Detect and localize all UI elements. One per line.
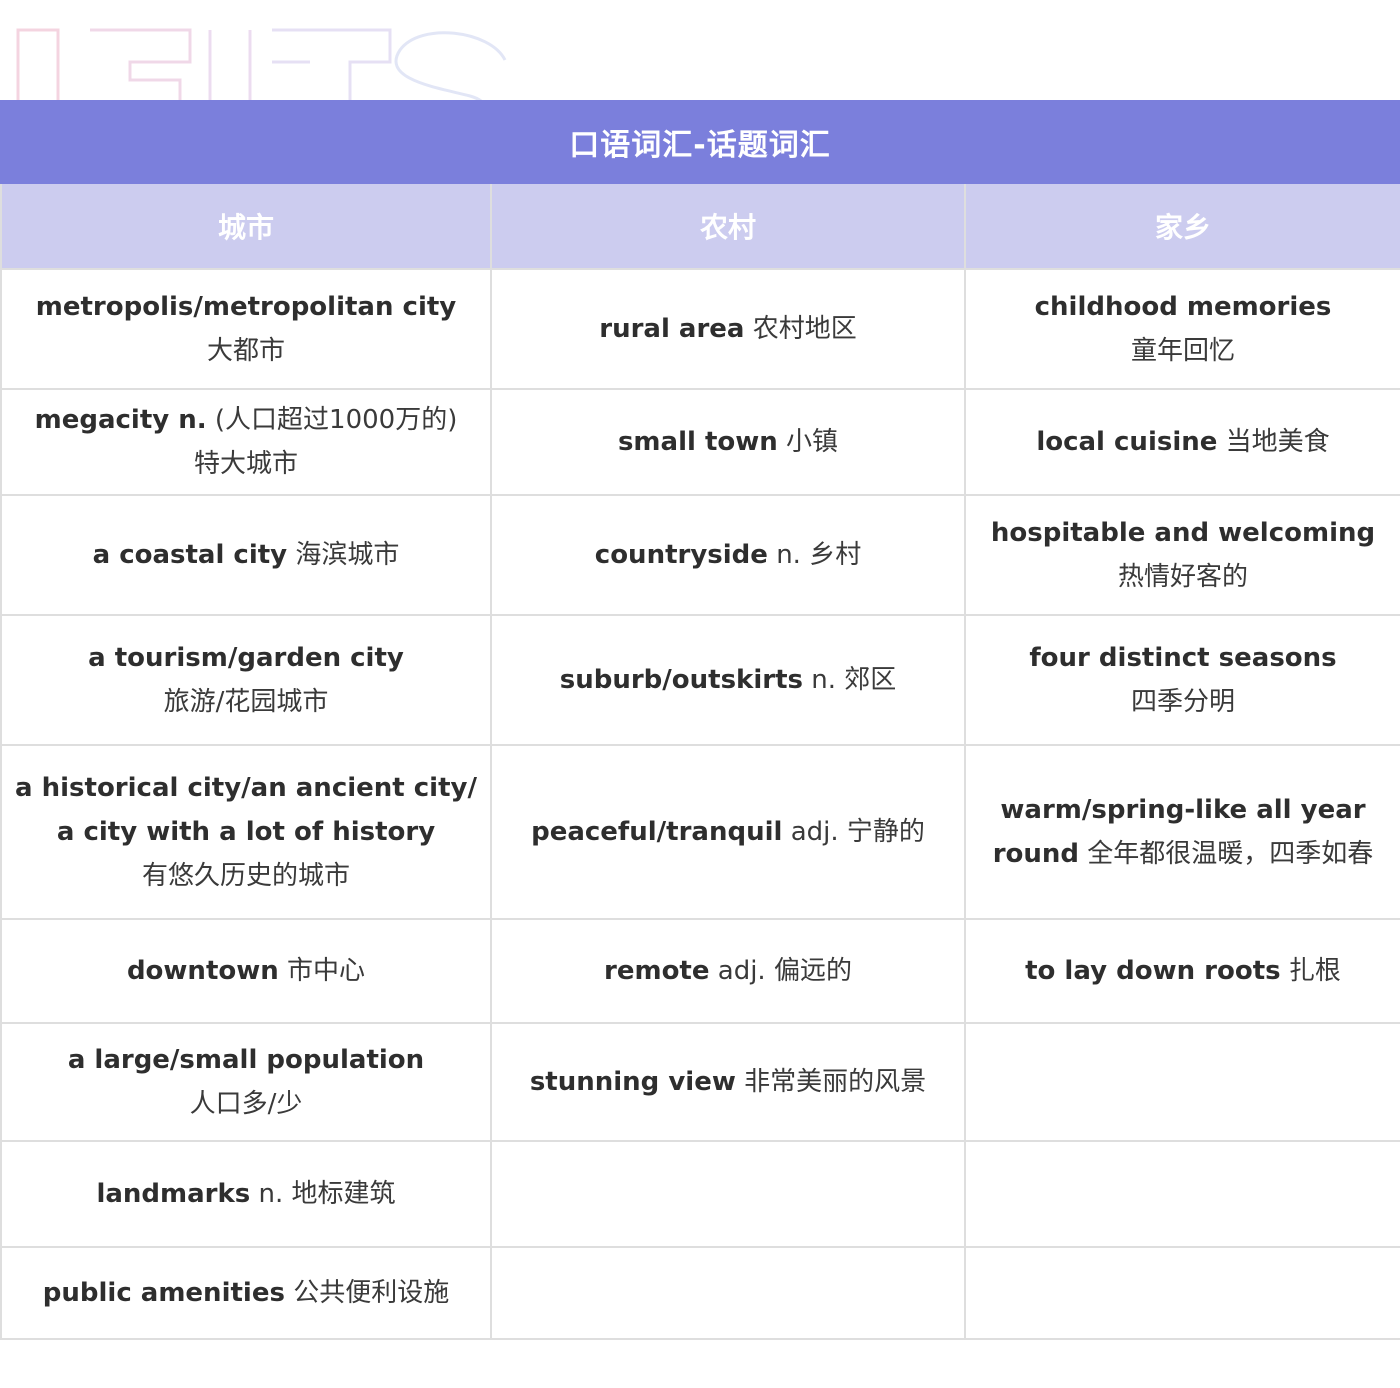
term-english: metropolis/metropolitan city <box>35 292 457 322</box>
table-row: megacity n. (人口超过1000万的) 特大城市 small town 小… <box>0 388 1400 496</box>
term-chinese: adj. 偏远的 <box>717 956 852 986</box>
table-cell: suburb/outskirts n. 郊区 <box>490 614 966 746</box>
term-chinese: n. 郊区 <box>811 665 897 695</box>
term-english: peaceful/tranquil <box>531 817 783 847</box>
table-cell: four distinct seasons 四季分明 <box>964 614 1400 746</box>
term-chinese: 全年都很温暖，四季如春 <box>1087 839 1374 869</box>
table-cell: megacity n. (人口超过1000万的) 特大城市 <box>0 388 492 496</box>
term-english: downtown <box>126 956 279 986</box>
table-cell: rural area 农村地区 <box>490 268 966 390</box>
table-row: public amenities 公共便利设施 <box>0 1246 1400 1340</box>
term-english: public amenities <box>42 1278 285 1308</box>
term-chinese: 大都市 <box>206 336 285 366</box>
term-english: four distinct seasons <box>1029 643 1337 673</box>
table-cell: a coastal city 海滨城市 <box>0 494 492 616</box>
term-chinese-note: (人口超过1000万的) <box>214 405 458 435</box>
table-header-row: 城市 农村 家乡 <box>0 184 1400 270</box>
term-english: small town <box>617 427 778 457</box>
term-chinese: 人口多/少 <box>189 1089 303 1119</box>
table-row: metropolis/metropolitan city 大都市 rural are… <box>0 268 1400 390</box>
term-chinese: 市中心 <box>287 956 366 986</box>
column-header-countryside: 农村 <box>490 184 966 270</box>
table-cell: to lay down roots 扎根 <box>964 918 1400 1024</box>
table-row: a historical city/an ancient city/a city… <box>0 744 1400 920</box>
term-english: hospitable and welcoming <box>990 518 1376 548</box>
table-row: downtown 市中心 remote adj. 偏远的 to lay down r… <box>0 918 1400 1024</box>
term-english: landmarks <box>96 1179 251 1209</box>
table-cell: local cuisine 当地美食 <box>964 388 1400 496</box>
term-line: megacity n. (人口超过1000万的) <box>6 398 486 442</box>
table-row: landmarks n. 地标建筑 <box>0 1140 1400 1248</box>
term-english: a historical city/an ancient city/ <box>15 773 477 803</box>
table-cell: a large/small population 人口多/少 <box>0 1022 492 1142</box>
term-chinese: 有悠久历史的城市 <box>141 861 350 891</box>
term-english: a large/small population <box>67 1045 425 1075</box>
term-chinese: 特大城市 <box>193 449 298 479</box>
term-chinese: 热情好客的 <box>1117 562 1248 592</box>
term-english: countryside <box>594 540 768 570</box>
table-cell <box>964 1246 1400 1340</box>
term-chinese: adj. 宁静的 <box>790 817 925 847</box>
table-cell <box>964 1140 1400 1248</box>
term-english: suburb/outskirts <box>559 665 803 695</box>
term-english: local cuisine <box>1036 427 1218 457</box>
table-row: a tourism/garden city 旅游/花园城市 suburb/outsk… <box>0 614 1400 746</box>
term-chinese: n. 乡村 <box>776 540 862 570</box>
column-header-city: 城市 <box>0 184 492 270</box>
term-chinese: 农村地区 <box>752 314 857 344</box>
term-chinese: 当地美食 <box>1225 427 1330 457</box>
table-cell: downtown 市中心 <box>0 918 492 1024</box>
term-english: warm/spring-like all year <box>1000 795 1366 825</box>
page-title: 口语词汇-话题词汇 <box>0 100 1400 184</box>
table-cell: metropolis/metropolitan city 大都市 <box>0 268 492 390</box>
ielts-watermark <box>0 0 1400 100</box>
table-cell: small town 小镇 <box>490 388 966 496</box>
table-cell <box>490 1246 966 1340</box>
table-cell: a historical city/an ancient city/a city… <box>0 744 492 920</box>
term-chinese: 非常美丽的风景 <box>744 1067 927 1097</box>
term-chinese: 公共便利设施 <box>293 1278 450 1308</box>
table-cell: warm/spring-like all year round 全年都很温暖，四季… <box>964 744 1400 920</box>
term-chinese: 童年回忆 <box>1130 336 1235 366</box>
table-cell: a tourism/garden city 旅游/花园城市 <box>0 614 492 746</box>
term-chinese: 旅游/花园城市 <box>163 687 329 717</box>
table-cell: hospitable and welcoming 热情好客的 <box>964 494 1400 616</box>
table-cell: remote adj. 偏远的 <box>490 918 966 1024</box>
watermark-logo <box>16 28 507 100</box>
column-header-hometown: 家乡 <box>964 184 1400 270</box>
table-cell: public amenities 公共便利设施 <box>0 1246 492 1340</box>
table-row: a coastal city 海滨城市 countryside n. 乡村 hosp… <box>0 494 1400 616</box>
term-line: round 全年都很温暖，四季如春 <box>970 832 1396 876</box>
table-cell: peaceful/tranquil adj. 宁静的 <box>490 744 966 920</box>
term-english: rural area <box>599 314 745 344</box>
term-english: a tourism/garden city <box>88 643 404 673</box>
term-english: a coastal city <box>92 540 288 570</box>
term-english-line2: a city with a lot of history <box>56 817 436 847</box>
vocabulary-table: 城市 农村 家乡 metropolis/metropolitan city 大都市… <box>0 184 1400 1340</box>
term-english: stunning view <box>529 1067 736 1097</box>
table-cell: childhood memories 童年回忆 <box>964 268 1400 390</box>
term-chinese: 扎根 <box>1288 956 1341 986</box>
table-cell: landmarks n. 地标建筑 <box>0 1140 492 1248</box>
term-chinese: 四季分明 <box>1130 687 1235 717</box>
table-cell <box>490 1140 966 1248</box>
term-english: megacity n. <box>34 405 207 435</box>
term-chinese: 海滨城市 <box>295 540 400 570</box>
table-cell <box>964 1022 1400 1142</box>
term-chinese: n. 地标建筑 <box>258 1179 396 1209</box>
term-english: to lay down roots <box>1025 956 1281 986</box>
term-chinese: 小镇 <box>786 427 839 457</box>
table-cell: stunning view 非常美丽的风景 <box>490 1022 966 1142</box>
table-cell: countryside n. 乡村 <box>490 494 966 616</box>
term-english: childhood memories <box>1034 292 1332 322</box>
term-english: remote <box>604 956 710 986</box>
table-row: a large/small population 人口多/少 stunning vi… <box>0 1022 1400 1142</box>
term-english-line2: round <box>992 839 1080 869</box>
